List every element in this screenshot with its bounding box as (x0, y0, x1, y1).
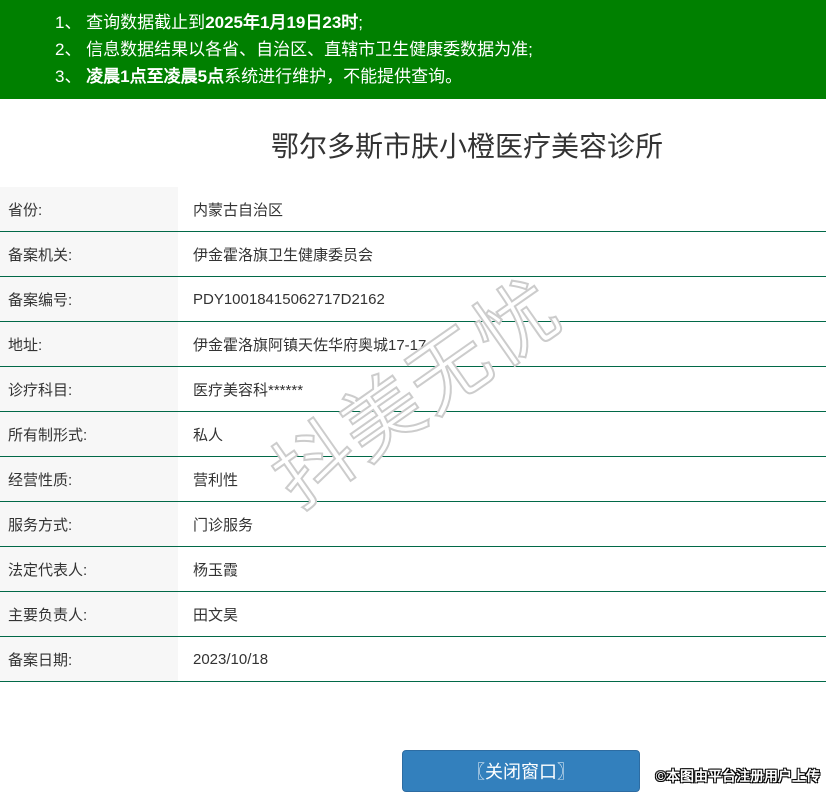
row-value: 营利性 (178, 457, 826, 501)
row-label: 地址: (0, 322, 178, 366)
notice-text: 3、 (55, 67, 87, 86)
row-value: 门诊服务 (178, 502, 826, 546)
row-label: 备案编号: (0, 277, 178, 321)
row-label: 诊疗科目: (0, 367, 178, 411)
notice-bold-text: 凌晨1点至凌晨5点 (86, 67, 225, 86)
notice-text: 1、 查询数据截止到 (55, 13, 206, 32)
row-value: 私人 (178, 412, 826, 456)
info-table: 省份: 内蒙古自治区 备案机关: 伊金霍洛旗卫生健康委员会 备案编号: PDY1… (0, 187, 826, 682)
table-row-address: 地址: 伊金霍洛旗阿镇天佐华府奥城17-17 (0, 322, 826, 367)
notice-text: 系统进行维护，不能提供查询。 (224, 67, 463, 86)
row-value: 伊金霍洛旗卫生健康委员会 (178, 232, 826, 276)
table-row-service-mode: 服务方式: 门诊服务 (0, 502, 826, 547)
row-value: 2023/10/18 (178, 637, 826, 681)
row-value: 医疗美容科****** (178, 367, 826, 411)
notice-bold-text: 2025年1月19日23时 (205, 13, 359, 32)
row-label: 所有制形式: (0, 412, 178, 456)
row-value: PDY10018415062717D2162 (178, 277, 826, 321)
notice-text: ; (358, 13, 364, 32)
table-row-ownership-form: 所有制形式: 私人 (0, 412, 826, 457)
notice-text: 2、 信息数据结果以各省、自治区、直辖市卫生健康委数据为准; (55, 40, 533, 59)
table-row-legal-representative: 法定代表人: 杨玉霞 (0, 547, 826, 592)
table-row-person-in-charge: 主要负责人: 田文昊 (0, 592, 826, 637)
row-value: 田文昊 (178, 592, 826, 636)
notice-bar: 1、 查询数据截止到2025年1月19日23时; 2、 信息数据结果以各省、自治… (0, 0, 826, 99)
row-label: 主要负责人: (0, 592, 178, 636)
row-label: 服务方式: (0, 502, 178, 546)
table-row-filing-authority: 备案机关: 伊金霍洛旗卫生健康委员会 (0, 232, 826, 277)
row-label: 法定代表人: (0, 547, 178, 591)
table-row-filing-date: 备案日期: 2023/10/18 (0, 637, 826, 682)
row-label: 经营性质: (0, 457, 178, 501)
table-row-filing-number: 备案编号: PDY10018415062717D2162 (0, 277, 826, 322)
notice-line-1: 1、 查询数据截止到2025年1月19日23时; (55, 9, 816, 36)
table-row-business-nature: 经营性质: 营利性 (0, 457, 826, 502)
row-label: 省份: (0, 187, 178, 231)
row-value: 伊金霍洛旗阿镇天佐华府奥城17-17 (178, 322, 826, 366)
close-window-button[interactable]: 〖关闭窗口〗 (402, 750, 640, 792)
row-label: 备案日期: (0, 637, 178, 681)
copyright-note: ©本图由平台注册用户上传 (655, 768, 820, 785)
row-value: 内蒙古自治区 (178, 187, 826, 231)
notice-line-2: 2、 信息数据结果以各省、自治区、直辖市卫生健康委数据为准; (55, 36, 816, 63)
table-row-medical-subjects: 诊疗科目: 医疗美容科****** (0, 367, 826, 412)
page-title: 鄂尔多斯市肤小橙医疗美容诊所 (270, 131, 663, 162)
table-row-province: 省份: 内蒙古自治区 (0, 187, 826, 232)
row-value: 杨玉霞 (178, 547, 826, 591)
notice-line-3: 3、 凌晨1点至凌晨5点系统进行维护，不能提供查询。 (55, 63, 816, 90)
row-label: 备案机关: (0, 232, 178, 276)
